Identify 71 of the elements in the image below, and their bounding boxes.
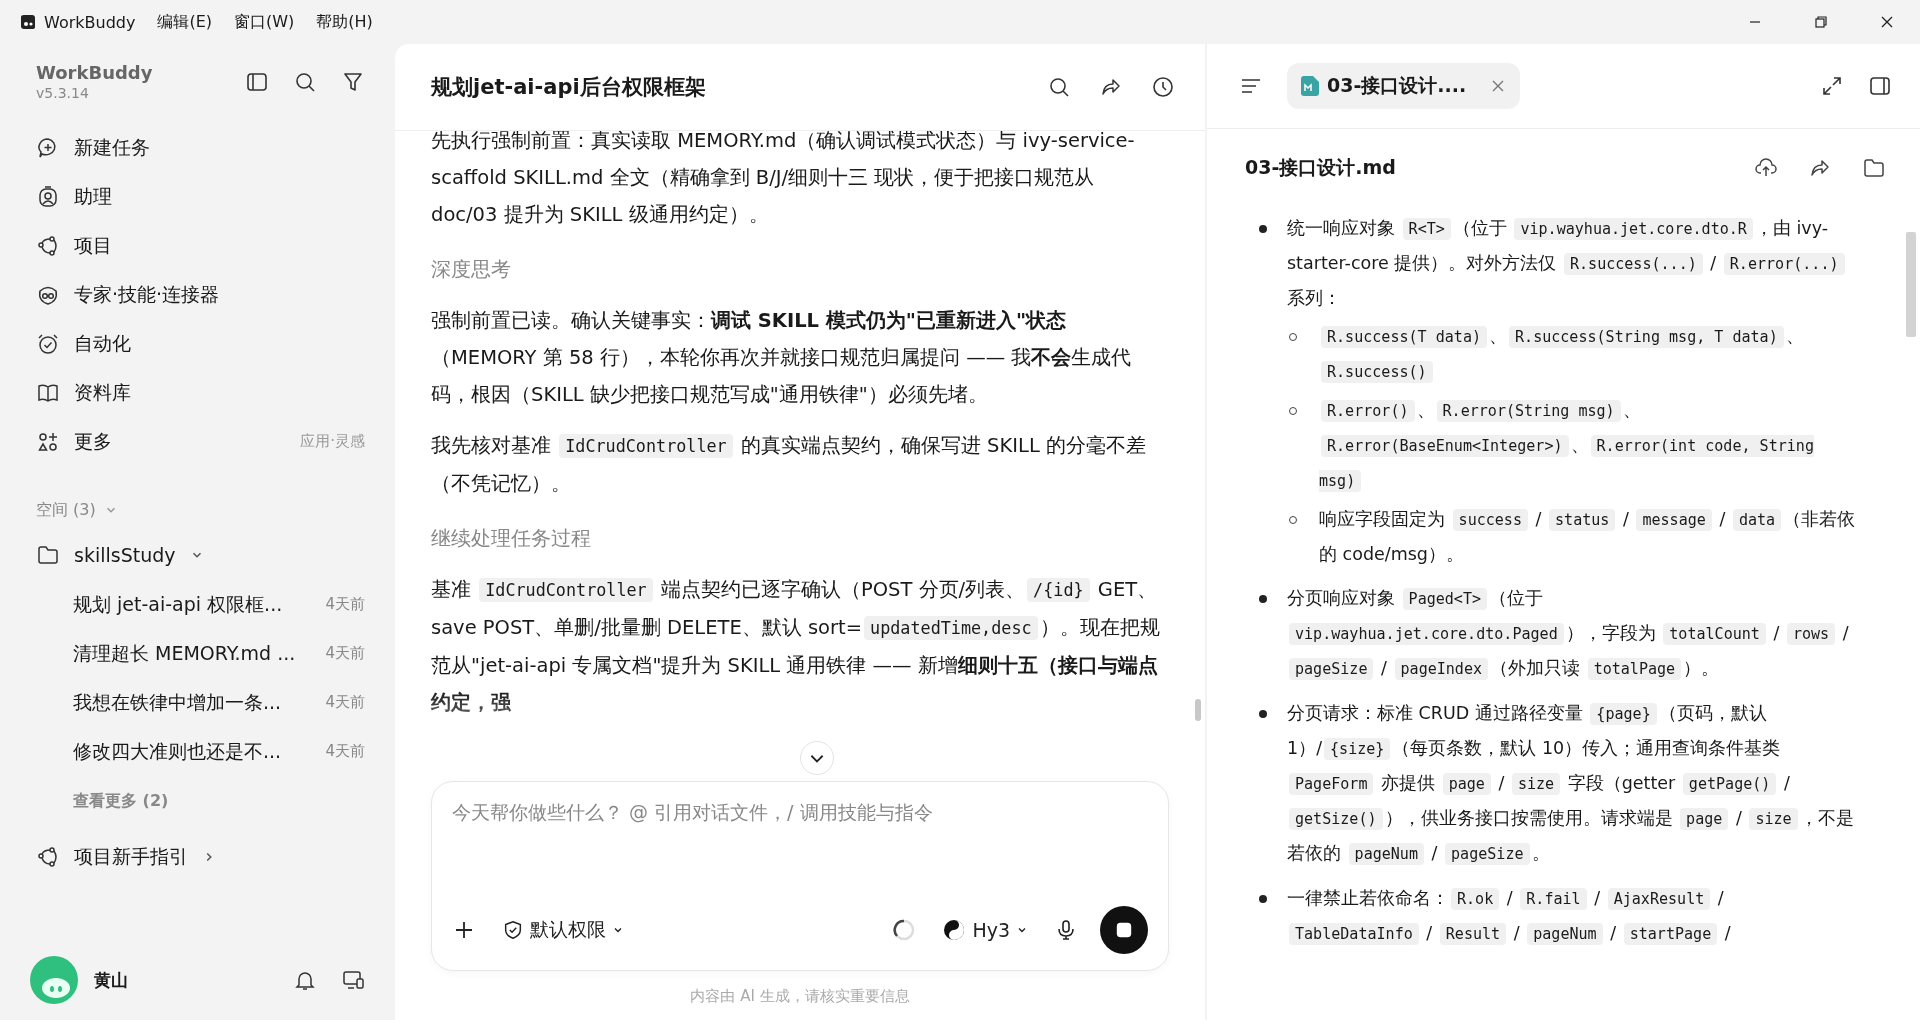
stop-button[interactable] bbox=[1100, 906, 1148, 954]
task-item[interactable]: 修改四大准则也还是不... bbox=[73, 738, 326, 765]
document-title: 03-接口设计.md bbox=[1245, 155, 1396, 180]
message-paragraph: 强制前置已读。确认关键事实：调试 SKILL 模式仍为"已重新进入"状态（MEMORY 第 58 行），本轮你再次并就接口规范归属提问 —— 我不会生成代码，根因（SKILL 缺少把接口规范写成"通用铁律"）必须先堵。 bbox=[431, 308, 1133, 408]
task-time: 4天前 bbox=[325, 644, 365, 663]
menu-item[interactable]: 帮助(H) bbox=[316, 11, 373, 33]
menu-item[interactable]: 编辑(E) bbox=[157, 11, 212, 33]
list-item-text: 一律禁止若依命名： R.ok / R.fail / AjaxResult / TableDataInfo / Result / pageNum / startPage / bbox=[1287, 887, 1732, 947]
model-dropdown[interactable]: Hy3 bbox=[938, 914, 1032, 946]
nav-item[interactable]: 自动化 bbox=[36, 319, 365, 368]
menu-item[interactable]: 窗口(W) bbox=[234, 11, 295, 33]
version-label: v5.3.14 bbox=[36, 85, 90, 101]
markdown-file-icon bbox=[1301, 76, 1319, 96]
message-input[interactable]: 今天帮你做些什么？ @ 引用对话文件，/ 调用技能与指令 默认权限 Hy3 bbox=[431, 781, 1169, 971]
folder-item[interactable]: skillsStudy bbox=[36, 530, 204, 580]
bullet-icon bbox=[1259, 895, 1267, 903]
task-time: 4天前 bbox=[325, 742, 365, 761]
person-icon bbox=[36, 184, 60, 209]
chat-title: 规划jet-ai-api后台权限框架 bbox=[431, 74, 706, 101]
permission-dropdown[interactable]: 默认权限 bbox=[498, 913, 628, 947]
nodes-icon bbox=[36, 233, 60, 258]
loading-spinner-icon bbox=[892, 918, 917, 942]
search-icon[interactable] bbox=[1047, 75, 1071, 99]
message-paragraph: 先执行强制前置：真实读取 MEMORY.md（确认调试模式状态）与 ivy-service-scaffold SKILL.md 全文（精确拿到 B/J/细则十三 现状，便于把接口规范从 doc/03 提升为 SKILL 级通用约定）。 bbox=[431, 131, 1136, 228]
list-item-text: 分页请求：标准 CRUD 通过路径变量 {page} （页码，默认 1）/ {size} （每页条数，默认 10）传入；通用查询条件基类 PageForm 亦提供 page / size 字段（getter getPage() / getSize() ），供业务接口按需使用。请求端是 page / size ，不是若依的 pageNum / pageSize 。 bbox=[1287, 702, 1855, 867]
nav-item[interactable]: 更多 应用·灵感 bbox=[36, 417, 365, 466]
user-name: 黄山 bbox=[94, 968, 128, 992]
list-item-text: 统一响应对象 R<T> （位于 vip.wayhua.jet.core.dto.R ，由 ivy-starter-core 提供）。对外方法仅 R.success(...) / R.error(...) 系列： bbox=[1287, 211, 1860, 315]
panel-toggle-icon[interactable] bbox=[1868, 74, 1892, 98]
devices-icon[interactable] bbox=[341, 968, 365, 992]
disclaimer-text: 内容由 AI 生成，请核实重要信息 bbox=[689, 987, 911, 1006]
task-item[interactable]: 我想在铁律中增加一条... bbox=[73, 689, 326, 716]
scrollbar-thumb[interactable] bbox=[1195, 699, 1201, 721]
folder-icon[interactable] bbox=[1862, 156, 1886, 180]
message-paragraph: 基准 IdCrudController 端点契约已逐字确认（POST 分页/列表、 /{id} GET、save POST、单删/批量删 DELETE、默认 sort= updatedTime,desc ）。现在把规范从"jet-ai-api 专属文档"提升为 SKILL 通用铁律 —— 新增细则十五（接口与端点约定，强 bbox=[431, 577, 1161, 716]
section-label[interactable]: 继续处理任务过程 bbox=[431, 520, 591, 557]
task-item[interactable]: 规划 jet-ai-api 权限框... bbox=[73, 591, 326, 618]
expand-icon[interactable] bbox=[1820, 74, 1844, 98]
file-tab[interactable]: 03-接口设计.... bbox=[1287, 63, 1521, 109]
alarm-clock-icon bbox=[36, 331, 60, 356]
section-label[interactable]: 深度思考 bbox=[431, 251, 511, 288]
nav-item[interactable]: 新建任务 bbox=[36, 123, 365, 172]
guide-item[interactable]: 项目新手指引 bbox=[36, 832, 216, 882]
list-item-text: 响应字段固定为 success / status / message / data （非若依的 code/msg）。 bbox=[1319, 508, 1857, 566]
app-logo-icon bbox=[18, 12, 38, 32]
list-item-text: 分页响应对象 Paged<T> （位于 vip.wayhua.jet.core.dto.Paged ），字段为 totalCount / rows / pageSize / pageIndex （外加只读 totalPage ）。 bbox=[1287, 587, 1850, 682]
close-icon[interactable] bbox=[1879, 14, 1895, 30]
model-logo-icon bbox=[942, 918, 967, 942]
nodes-icon bbox=[36, 845, 60, 869]
task-item[interactable]: 清理超长 MEMORY.md ... bbox=[73, 640, 326, 667]
list-item-text: R.success(T data) 、 R.success(String msg, T data) 、 R.success() bbox=[1319, 319, 1860, 389]
shield-check-icon bbox=[502, 919, 524, 941]
message-paragraph: 我先核对基准 IdCrudController 的真实端点契约，确保写进 SKILL 的分毫不差（不凭记忆）。 bbox=[431, 433, 1147, 497]
bullet-icon bbox=[1259, 595, 1267, 603]
scroll-down-button[interactable] bbox=[800, 741, 834, 775]
nav-item[interactable]: 资料库 bbox=[36, 368, 365, 417]
history-icon[interactable] bbox=[1151, 75, 1175, 99]
nav-item[interactable]: 助理 bbox=[36, 172, 365, 221]
bullet-icon bbox=[1259, 225, 1267, 233]
nav-item[interactable]: 专家·技能·连接器 bbox=[36, 270, 365, 319]
list-item-text: R.error() 、 R.error(String msg) 、 R.error(BaseEnum<Integer>) 、 R.error(int code, String msg) bbox=[1319, 399, 1815, 494]
bullet-icon bbox=[1259, 710, 1267, 718]
task-time: 4天前 bbox=[325, 595, 365, 614]
nav-item[interactable]: 项目 bbox=[36, 221, 365, 270]
app-name: WorkBuddy bbox=[44, 12, 136, 32]
task-time: 4天前 bbox=[325, 693, 365, 712]
stop-icon bbox=[1115, 921, 1133, 939]
sidebar-app-name: WorkBuddy bbox=[36, 62, 154, 83]
folder-icon bbox=[36, 543, 60, 567]
scrollbar-thumb[interactable] bbox=[1906, 232, 1916, 337]
restore-icon[interactable] bbox=[1813, 14, 1829, 30]
